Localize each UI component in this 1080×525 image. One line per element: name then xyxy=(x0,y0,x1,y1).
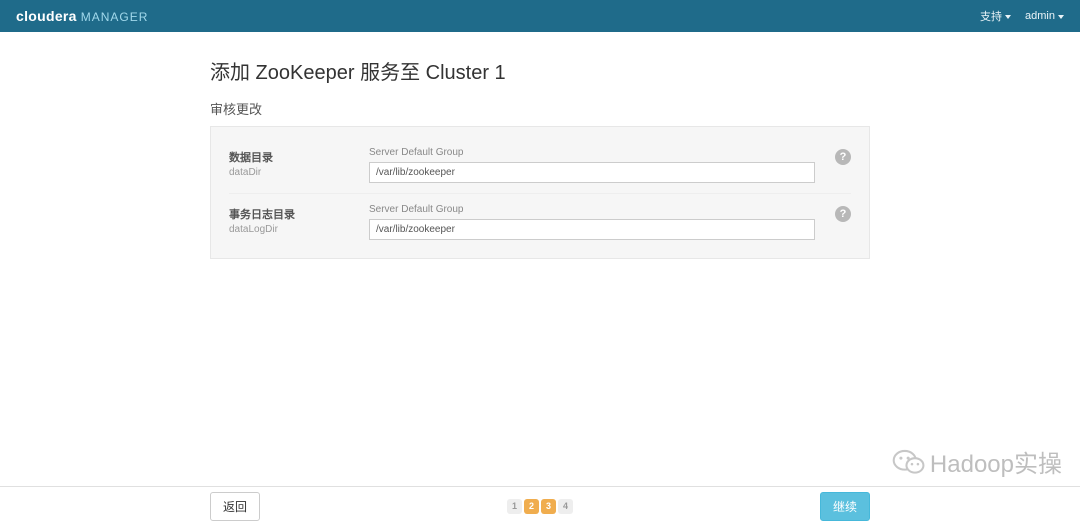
field-col: Server Default Group xyxy=(369,147,815,183)
field-sublabel: dataLogDir xyxy=(229,224,369,235)
brand-sub: MANAGER xyxy=(81,10,149,24)
back-button[interactable]: 返回 xyxy=(210,492,260,521)
caret-down-icon xyxy=(1058,15,1064,19)
field-label: 事务日志目录 xyxy=(229,206,369,222)
help-col: ? xyxy=(815,147,851,165)
group-label: Server Default Group xyxy=(369,204,815,215)
help-icon[interactable]: ? xyxy=(835,149,851,165)
caret-down-icon xyxy=(1005,15,1011,19)
help-col: ? xyxy=(815,204,851,222)
page-subtitle: 审核更改 xyxy=(210,99,870,118)
form-row-datadir: 数据目录 dataDir Server Default Group ? xyxy=(229,137,851,194)
datalogdir-input[interactable] xyxy=(369,219,815,240)
wizard-step-4[interactable]: 4 xyxy=(558,499,573,514)
wechat-icon xyxy=(892,448,926,476)
watermark: Hadoop实操 xyxy=(892,444,1062,479)
label-col: 数据目录 dataDir xyxy=(229,147,369,178)
field-sublabel: dataDir xyxy=(229,167,369,178)
wizard-step-1[interactable]: 1 xyxy=(507,499,522,514)
brand[interactable]: cloudera MANAGER xyxy=(16,8,148,24)
wizard-step-2[interactable]: 2 xyxy=(524,499,539,514)
wizard-footer: 返回 1234 继续 xyxy=(0,486,1080,525)
wizard-steps: 1234 xyxy=(507,499,573,514)
nav-right: 支持 admin xyxy=(980,8,1064,24)
top-navbar: cloudera MANAGER 支持 admin xyxy=(0,0,1080,32)
group-label: Server Default Group xyxy=(369,147,815,158)
datadir-input[interactable] xyxy=(369,162,815,183)
page-title: 添加 ZooKeeper 服务至 Cluster 1 xyxy=(210,56,870,85)
nav-support-label: 支持 xyxy=(980,8,1002,24)
form-row-datalogdir: 事务日志目录 dataLogDir Server Default Group ? xyxy=(229,194,851,250)
field-label: 数据目录 xyxy=(229,149,369,165)
brand-main: cloudera xyxy=(16,8,77,24)
nav-user-label: admin xyxy=(1025,10,1055,22)
wizard-step-3[interactable]: 3 xyxy=(541,499,556,514)
nav-user-menu[interactable]: admin xyxy=(1025,10,1064,22)
help-icon[interactable]: ? xyxy=(835,206,851,222)
nav-support-menu[interactable]: 支持 xyxy=(980,8,1011,24)
label-col: 事务日志目录 dataLogDir xyxy=(229,204,369,235)
continue-button[interactable]: 继续 xyxy=(820,492,870,521)
field-col: Server Default Group xyxy=(369,204,815,240)
page-body: 添加 ZooKeeper 服务至 Cluster 1 审核更改 数据目录 dat… xyxy=(210,32,870,259)
config-panel: 数据目录 dataDir Server Default Group ? 事务日志… xyxy=(210,126,870,259)
watermark-text: Hadoop实操 xyxy=(930,444,1062,479)
